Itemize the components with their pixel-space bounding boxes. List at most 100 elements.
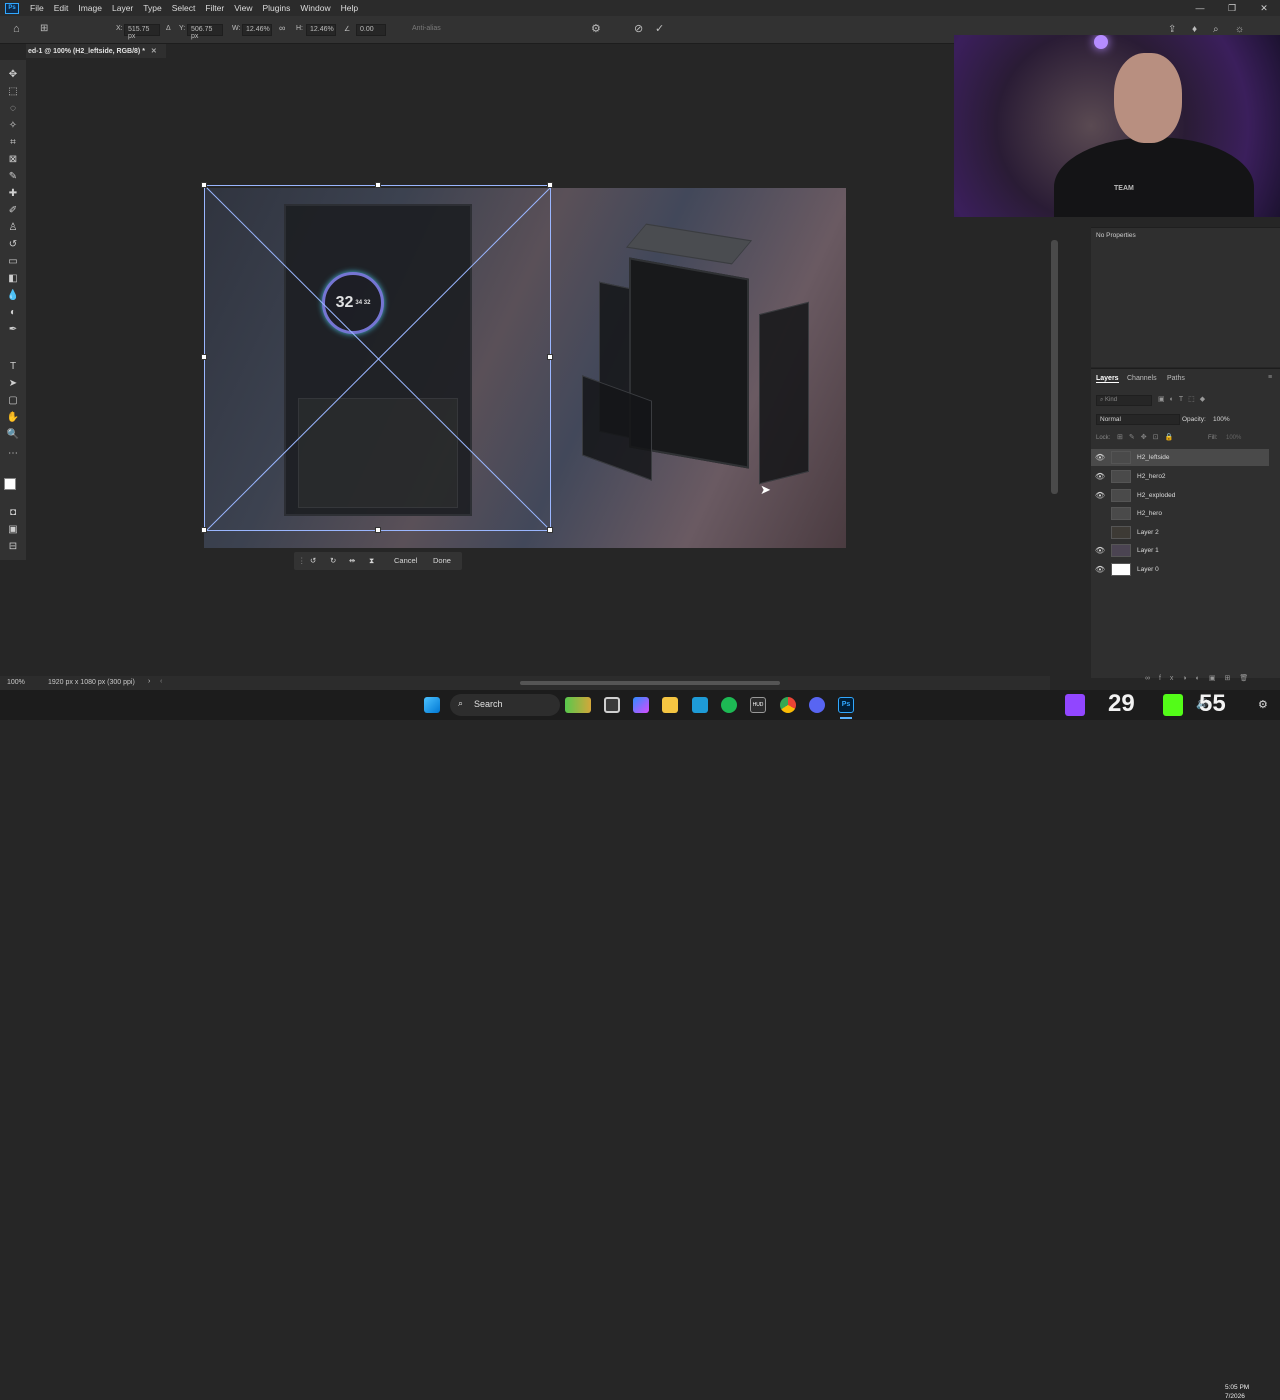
foreground-color-swatch[interactable] — [4, 478, 16, 490]
photoshop-taskbar-icon[interactable]: Ps — [838, 697, 854, 713]
close-document-icon[interactable]: ✕ — [151, 48, 157, 55]
layer-row-layer-1[interactable]: 👁 Layer 1 — [1091, 542, 1269, 559]
blur-tool-icon[interactable]: 💧 — [6, 289, 20, 303]
handle-middle-right[interactable] — [547, 354, 553, 360]
crop-tool-icon[interactable]: ⌗ — [6, 136, 20, 150]
canvas-vertical-scrollbar[interactable] — [1051, 240, 1058, 494]
flip-vertical-icon[interactable]: ⧗ — [369, 556, 374, 566]
file-explorer-icon[interactable] — [662, 697, 678, 713]
widgets-icon[interactable] — [565, 697, 591, 713]
layer-row-h2-hero[interactable]: H2_hero — [1091, 505, 1269, 522]
lock-icons[interactable]: ⊞✎✥⊡🔒 — [1117, 433, 1179, 441]
layer-row-h2-exploded[interactable]: 👁 H2_exploded — [1091, 487, 1269, 504]
menu-image[interactable]: Image — [73, 3, 107, 13]
zoom-tool-icon[interactable]: 🔍 — [6, 428, 20, 442]
layer-row-h2-hero2[interactable]: 👁 H2_hero2 — [1091, 468, 1269, 485]
visibility-eye-icon[interactable]: 👁 — [1091, 472, 1109, 481]
blend-mode-select[interactable]: Normal — [1096, 414, 1180, 425]
frame-tool-icon[interactable]: ⊠ — [6, 153, 20, 167]
rotate-right-icon[interactable]: ↻ — [330, 556, 336, 565]
layer-actions-icons[interactable]: ∞fx◑◐▣⊞🗑 — [1145, 674, 1257, 682]
commit-transform-icon[interactable]: ✓ — [655, 22, 664, 35]
menu-layer[interactable]: Layer — [107, 3, 138, 13]
minimize-button[interactable]: — — [1184, 3, 1216, 14]
edit-toolbar-icon[interactable]: ⊟ — [6, 540, 20, 554]
lasso-tool-icon[interactable]: ◌ — [6, 102, 20, 116]
done-button[interactable]: Done — [433, 556, 451, 565]
menu-type[interactable]: Type — [138, 3, 166, 13]
quick-mask-icon[interactable]: ◘ — [6, 506, 20, 520]
windows-start-icon[interactable] — [424, 697, 440, 713]
move-tool-icon[interactable]: ✥ — [6, 68, 20, 82]
clock-time[interactable]: 5:05 PM — [1225, 1384, 1249, 1391]
taskbar-search[interactable]: ⌕ Search — [450, 694, 560, 716]
flip-horizontal-icon[interactable]: ⇹ — [349, 556, 355, 565]
handle-bottom-center[interactable] — [375, 527, 381, 533]
zoom-level[interactable]: 100% — [7, 679, 25, 686]
layer-row-layer-2[interactable]: Layer 2 — [1091, 524, 1269, 541]
opacity-field[interactable]: 100% — [1213, 416, 1230, 423]
discord-icon[interactable] — [809, 697, 825, 713]
tab-channels[interactable]: Channels — [1127, 375, 1157, 382]
y-position-field[interactable]: 506.75 px — [187, 24, 223, 40]
warp-icon[interactable]: ⚙ — [591, 22, 601, 35]
angle-field[interactable]: 0.00 — [356, 24, 386, 36]
free-transform-box[interactable] — [201, 182, 553, 533]
visibility-eye-icon[interactable]: 👁 — [1091, 546, 1109, 555]
workspace-icon[interactable]: ☼ — [1235, 24, 1244, 35]
layer-row-layer-0[interactable]: 👁 Layer 0 — [1091, 561, 1269, 578]
rotate-left-icon[interactable]: ↺ — [310, 556, 316, 565]
notepad-icon[interactable] — [692, 697, 708, 713]
width-field[interactable]: 12.46% — [242, 24, 272, 36]
drag-grip-icon[interactable]: ⋮ — [298, 556, 306, 565]
handle-bottom-right[interactable] — [547, 527, 553, 533]
pen-tool-icon[interactable]: ✒ — [6, 323, 20, 337]
menu-help[interactable]: Help — [336, 3, 363, 13]
reference-point-icon[interactable]: ⊞ — [40, 23, 48, 34]
hand-tool-icon[interactable]: ✋ — [6, 411, 20, 425]
type-tool-icon[interactable]: T — [6, 360, 20, 374]
healing-tool-icon[interactable]: ✚ — [6, 187, 20, 201]
horizontal-scrollbar[interactable] — [520, 681, 780, 685]
dodge-tool-icon[interactable]: ◐ — [6, 306, 20, 320]
handle-top-right[interactable] — [547, 182, 553, 188]
object-select-tool-icon[interactable]: ✧ — [6, 119, 20, 133]
notifications-icon[interactable]: ♦ — [1192, 24, 1197, 35]
layer-row-h2-leftside[interactable]: 👁 H2_leftside — [1091, 449, 1269, 466]
brush-tool-icon[interactable]: ✐ — [6, 204, 20, 218]
task-view-icon[interactable] — [604, 697, 620, 713]
more-tools-icon[interactable]: ⋯ — [6, 447, 20, 461]
status-expand-icon[interactable]: › — [148, 678, 150, 685]
share-icon[interactable]: ⇪ — [1168, 24, 1176, 35]
height-field[interactable]: 12.46% — [306, 24, 336, 36]
menu-filter[interactable]: Filter — [200, 3, 229, 13]
layer-kind-filter[interactable]: ⌕ Kind — [1096, 395, 1152, 406]
marquee-tool-icon[interactable]: ⬚ — [6, 85, 20, 99]
visibility-eye-icon[interactable]: 👁 — [1091, 453, 1109, 462]
menu-file[interactable]: File — [25, 3, 49, 13]
handle-middle-left[interactable] — [201, 354, 207, 360]
menu-plugins[interactable]: Plugins — [257, 3, 295, 13]
hud-app-icon[interactable]: HUD — [750, 697, 766, 713]
home-icon[interactable]: ⌂ — [13, 23, 20, 35]
visibility-eye-icon[interactable]: 👁 — [1091, 491, 1109, 500]
interpolation-label[interactable]: Anti-alias — [412, 25, 441, 32]
scroll-left-icon[interactable]: ‹ — [160, 678, 162, 685]
path-select-tool-icon[interactable]: ➤ — [6, 377, 20, 391]
eyedropper-tool-icon[interactable]: ✎ — [6, 170, 20, 184]
handle-bottom-left[interactable] — [201, 527, 207, 533]
document-tab[interactable]: ed-1 @ 100% (H2_leftside, RGB/8) * ✕ — [26, 44, 166, 58]
menu-edit[interactable]: Edit — [49, 3, 74, 13]
stamp-tool-icon[interactable]: ♙ — [6, 221, 20, 235]
fill-field[interactable]: 100% — [1226, 435, 1241, 441]
chrome-icon[interactable] — [780, 697, 796, 713]
settings-icon[interactable]: ⚙ — [1258, 698, 1268, 711]
tab-paths[interactable]: Paths — [1167, 375, 1185, 382]
shape-tool-icon[interactable]: ▢ — [6, 394, 20, 408]
history-brush-tool-icon[interactable]: ↺ — [6, 238, 20, 252]
panel-menu-icon[interactable]: ≡ — [1268, 374, 1272, 381]
gradient-tool-icon[interactable]: ◧ — [6, 272, 20, 286]
menu-select[interactable]: Select — [167, 3, 201, 13]
link-icon[interactable]: ∞ — [279, 23, 285, 33]
handle-top-left[interactable] — [201, 182, 207, 188]
